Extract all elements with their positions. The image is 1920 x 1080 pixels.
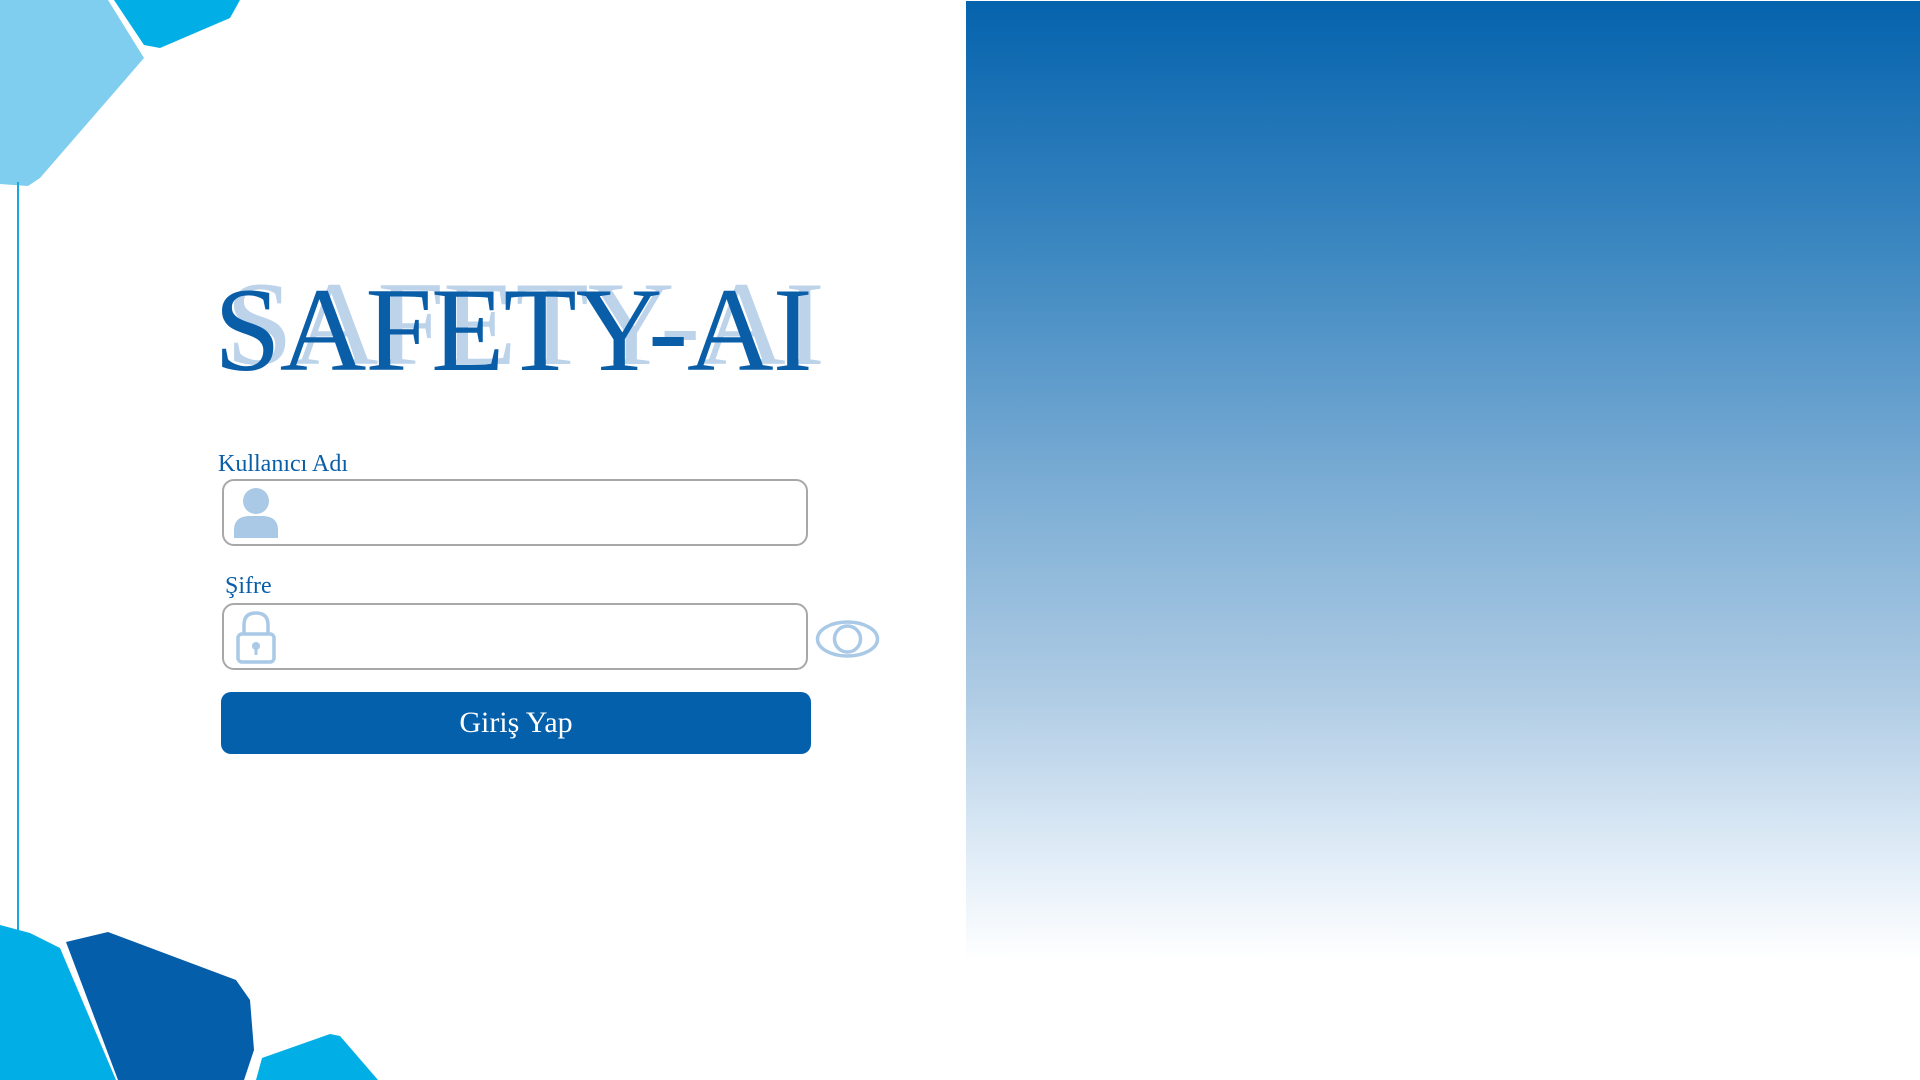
lock-icon	[236, 611, 276, 664]
decor-shape-bottom-small-cyan	[256, 1034, 378, 1080]
gradient-panel	[966, 1, 1920, 961]
password-field[interactable]	[222, 603, 808, 670]
decor-shape-top-light	[0, 0, 144, 186]
username-field[interactable]	[222, 479, 808, 546]
login-page: SAFETY-AI SAFETY-AI Kullanıcı Adı Şifre …	[0, 0, 1920, 1080]
brand-title-text: SAFETY-AI	[214, 263, 813, 396]
brand-title: SAFETY-AI SAFETY-AI	[214, 263, 825, 396]
eye-icon[interactable]	[815, 615, 880, 663]
user-icon	[234, 488, 278, 538]
username-input[interactable]	[288, 487, 798, 539]
login-button[interactable]: Giriş Yap	[221, 692, 811, 754]
password-input[interactable]	[288, 611, 798, 663]
username-label: Kullanıcı Adı	[218, 451, 348, 477]
password-label: Şifre	[225, 573, 272, 599]
